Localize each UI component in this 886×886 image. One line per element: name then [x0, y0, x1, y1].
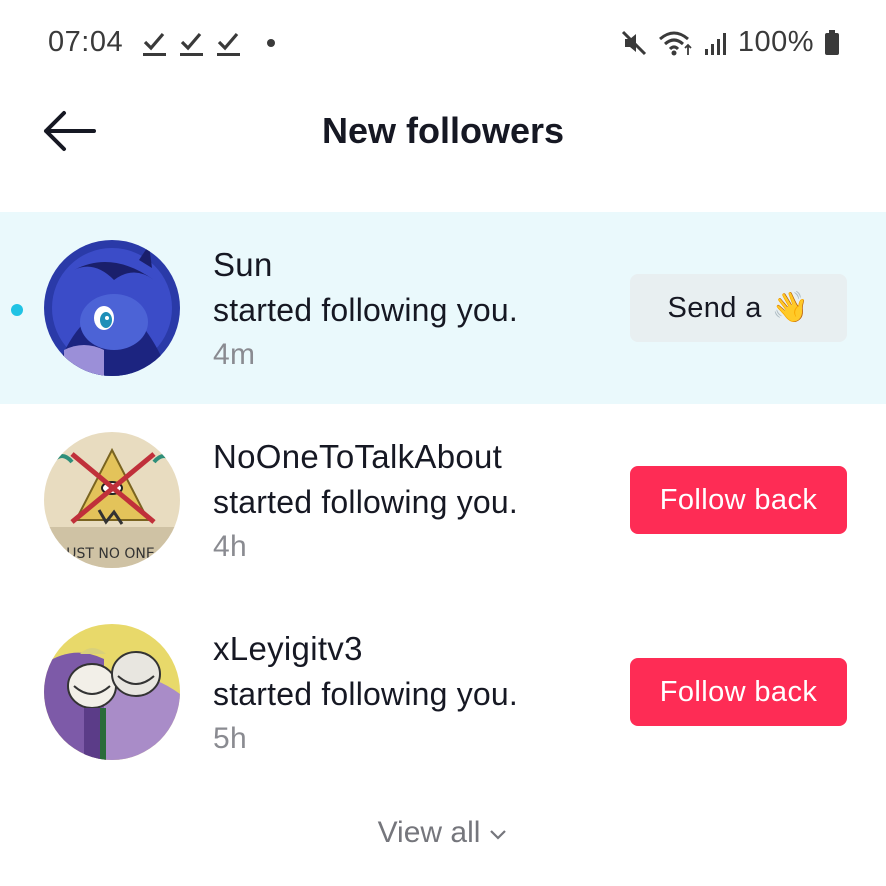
view-all-link[interactable]: View all	[0, 816, 886, 850]
follower-time: 5h	[213, 722, 247, 755]
avatar[interactable]	[44, 624, 180, 760]
follower-time: 4m	[213, 338, 256, 371]
mute-icon	[620, 29, 648, 57]
follower-time: 4h	[213, 530, 247, 563]
send-wave-label: Send a	[667, 291, 762, 324]
status-bar: 07:04 100%	[0, 0, 886, 88]
status-time: 07:04	[48, 26, 124, 58]
follower-name[interactable]: Sun	[213, 246, 273, 284]
status-system-icons: 100%	[620, 26, 840, 59]
battery-percentage: 100%	[737, 26, 814, 58]
list-item-follower[interactable]: TRUST NO ONE NoOneToTalkAbout started fo…	[0, 404, 886, 596]
follower-name[interactable]: xLeyigitv3	[213, 630, 363, 668]
unread-indicator	[11, 304, 23, 316]
list-item-follower[interactable]: Sun started following you. 4m Send a 👋	[0, 212, 886, 404]
follower-action: started following you.	[213, 484, 519, 520]
svg-text:TRUST NO ONE: TRUST NO ONE	[47, 546, 155, 562]
signal-icon	[704, 29, 728, 57]
header: New followers	[0, 88, 886, 178]
follower-action: started following you.	[213, 292, 519, 328]
send-wave-button[interactable]: Send a 👋	[630, 274, 847, 342]
avatar[interactable]	[44, 240, 180, 376]
follow-back-button[interactable]: Follow back	[630, 466, 847, 534]
follow-back-button[interactable]: Follow back	[630, 658, 847, 726]
follower-name[interactable]: NoOneToTalkAbout	[213, 438, 502, 476]
check-mark-icon	[216, 30, 241, 58]
dot-icon	[267, 39, 275, 47]
check-mark-icon	[142, 30, 167, 58]
avatar[interactable]: TRUST NO ONE	[44, 432, 180, 568]
battery-icon	[824, 29, 840, 57]
status-notifications	[142, 30, 241, 58]
list-item-follower[interactable]: xLeyigitv3 started following you. 5h Fol…	[0, 596, 886, 788]
chevron-down-icon	[488, 816, 508, 850]
follower-action: started following you.	[213, 676, 519, 712]
page-title: New followers	[321, 110, 565, 151]
wifi-icon	[658, 29, 694, 57]
view-all-label: View all	[377, 816, 481, 849]
check-mark-icon	[179, 30, 204, 58]
waving-hand-icon: 👋	[771, 291, 810, 324]
